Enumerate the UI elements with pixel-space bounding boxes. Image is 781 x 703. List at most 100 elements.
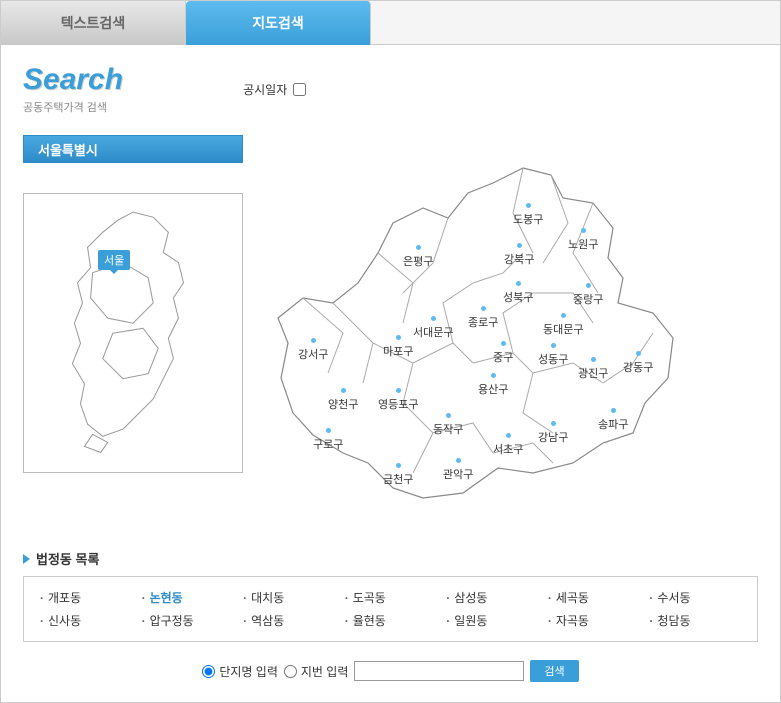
district-중구[interactable]: 중구 [493,341,513,365]
district-label: 동작구 [433,424,463,436]
radio-complex-label: 단지명 입력 [219,663,278,680]
dong-item[interactable]: 자곡동 [548,612,640,629]
dong-item[interactable]: 일원동 [446,612,538,629]
dong-item[interactable]: 도곡동 [345,589,437,606]
dong-section-title: 법정동 목록 [23,549,758,568]
district-dot-icon [526,203,531,208]
korea-map-box[interactable]: 서울 [23,193,243,473]
dong-item[interactable]: 세곡동 [548,589,640,606]
dong-grid: 개포동 논현동 대치동 도곡동 삼성동 세곡동 수서동신사동 압구정동 역삼동 율현동 일원동 자곡동… [40,589,741,629]
seoul-marker[interactable]: 서울 [98,250,130,270]
radio-complex-name[interactable]: 단지명 입력 [202,663,278,680]
district-중랑구[interactable]: 중랑구 [573,283,603,307]
district-dot-icon [491,373,496,378]
district-dot-icon [581,228,586,233]
district-강동구[interactable]: 강동구 [623,351,653,375]
district-dot-icon [551,343,556,348]
tab-text-search[interactable]: 텍스트검색 [1,1,186,45]
district-dot-icon [326,428,331,433]
district-dot-icon [416,245,421,250]
district-dot-icon [611,408,616,413]
district-label: 송파구 [598,419,628,431]
district-label: 도봉구 [513,214,543,226]
district-성북구[interactable]: 성북구 [503,281,533,305]
district-도봉구[interactable]: 도봉구 [513,203,543,227]
district-label: 양천구 [328,399,358,411]
notice-date-label: 공시일자 [243,81,287,98]
dong-item[interactable]: 율현동 [345,612,437,629]
district-dot-icon [311,338,316,343]
district-동대문구[interactable]: 동대문구 [543,313,583,337]
district-label: 동대문구 [543,324,583,336]
district-구로구[interactable]: 구로구 [313,428,343,452]
tab-map-search[interactable]: 지도검색 [186,1,371,45]
arrow-icon [23,554,30,564]
district-label: 영등포구 [378,399,418,411]
district-dot-icon [591,357,596,362]
district-광진구[interactable]: 광진구 [578,357,608,381]
district-dot-icon [481,306,486,311]
dong-item[interactable]: 압구정동 [142,612,234,629]
district-dot-icon [636,351,641,356]
dong-item[interactable]: 청담동 [649,612,741,629]
search-button[interactable]: 검색 [530,660,578,682]
district-성동구[interactable]: 성동구 [538,343,568,367]
district-label: 서초구 [493,444,523,456]
district-dot-icon [586,283,591,288]
district-종로구[interactable]: 종로구 [468,306,498,330]
district-label: 광진구 [578,368,608,380]
korea-outline-svg [32,202,234,465]
district-label: 마포구 [383,346,413,358]
district-노원구[interactable]: 노원구 [568,228,598,252]
district-label: 서대문구 [413,327,453,339]
district-서초구[interactable]: 서초구 [493,433,523,457]
seoul-map[interactable]: 도봉구노원구강북구 은평구성북구 중랑구종로구서대문구 동대문구마포구 강서구 중구 성동구… [273,163,693,523]
district-label: 관악구 [443,469,473,481]
radio-complex-input[interactable] [202,665,215,678]
district-금천구[interactable]: 금천구 [383,463,413,487]
search-bar: 단지명 입력 지번 입력 검색 [23,660,758,682]
district-dot-icon [506,433,511,438]
district-서대문구[interactable]: 서대문구 [413,316,453,340]
district-영등포구[interactable]: 영등포구 [378,388,418,412]
district-강북구[interactable]: 강북구 [504,243,534,267]
radio-jibun[interactable]: 지번 입력 [284,663,349,680]
search-input[interactable] [354,661,524,681]
district-은평구[interactable]: 은평구 [403,245,433,269]
district-label: 중랑구 [573,294,603,306]
district-동작구[interactable]: 동작구 [433,413,463,437]
district-dot-icon [396,335,401,340]
dong-item[interactable]: 신사동 [40,612,132,629]
district-dot-icon [446,413,451,418]
district-label: 성북구 [503,292,533,304]
notice-date-checkbox[interactable] [293,83,306,96]
district-label: 중구 [493,352,513,364]
district-label: 강북구 [504,254,534,266]
district-강남구[interactable]: 강남구 [538,421,568,445]
district-dot-icon [396,463,401,468]
district-dot-icon [431,316,436,321]
district-용산구[interactable]: 용산구 [478,373,508,397]
region-bar: 서울특별시 [23,135,243,163]
dong-item[interactable]: 개포동 [40,589,132,606]
dong-item[interactable]: 삼성동 [446,589,538,606]
district-마포구[interactable]: 마포구 [383,335,413,359]
dong-item[interactable]: 대치동 [243,589,335,606]
district-송파구[interactable]: 송파구 [598,408,628,432]
dong-list-box: 개포동 논현동 대치동 도곡동 삼성동 세곡동 수서동신사동 압구정동 역삼동 율현동 일원동 자곡동… [23,576,758,642]
district-강서구[interactable]: 강서구 [298,338,328,362]
district-label: 구로구 [313,439,343,451]
district-label: 강서구 [298,349,328,361]
district-dot-icon [341,388,346,393]
district-label: 강남구 [538,432,568,444]
dong-item[interactable]: 수서동 [649,589,741,606]
search-title: Search [23,63,123,97]
dong-item[interactable]: 논현동 [142,589,234,606]
district-관악구[interactable]: 관악구 [443,458,473,482]
radio-jibun-input[interactable] [284,665,297,678]
district-label: 강동구 [623,362,653,374]
search-subtitle: 공동주택가격 검색 [23,99,123,115]
district-양천구[interactable]: 양천구 [328,388,358,412]
search-header: Search 공동주택가격 검색 공시일자 [23,63,758,115]
dong-item[interactable]: 역삼동 [243,612,335,629]
